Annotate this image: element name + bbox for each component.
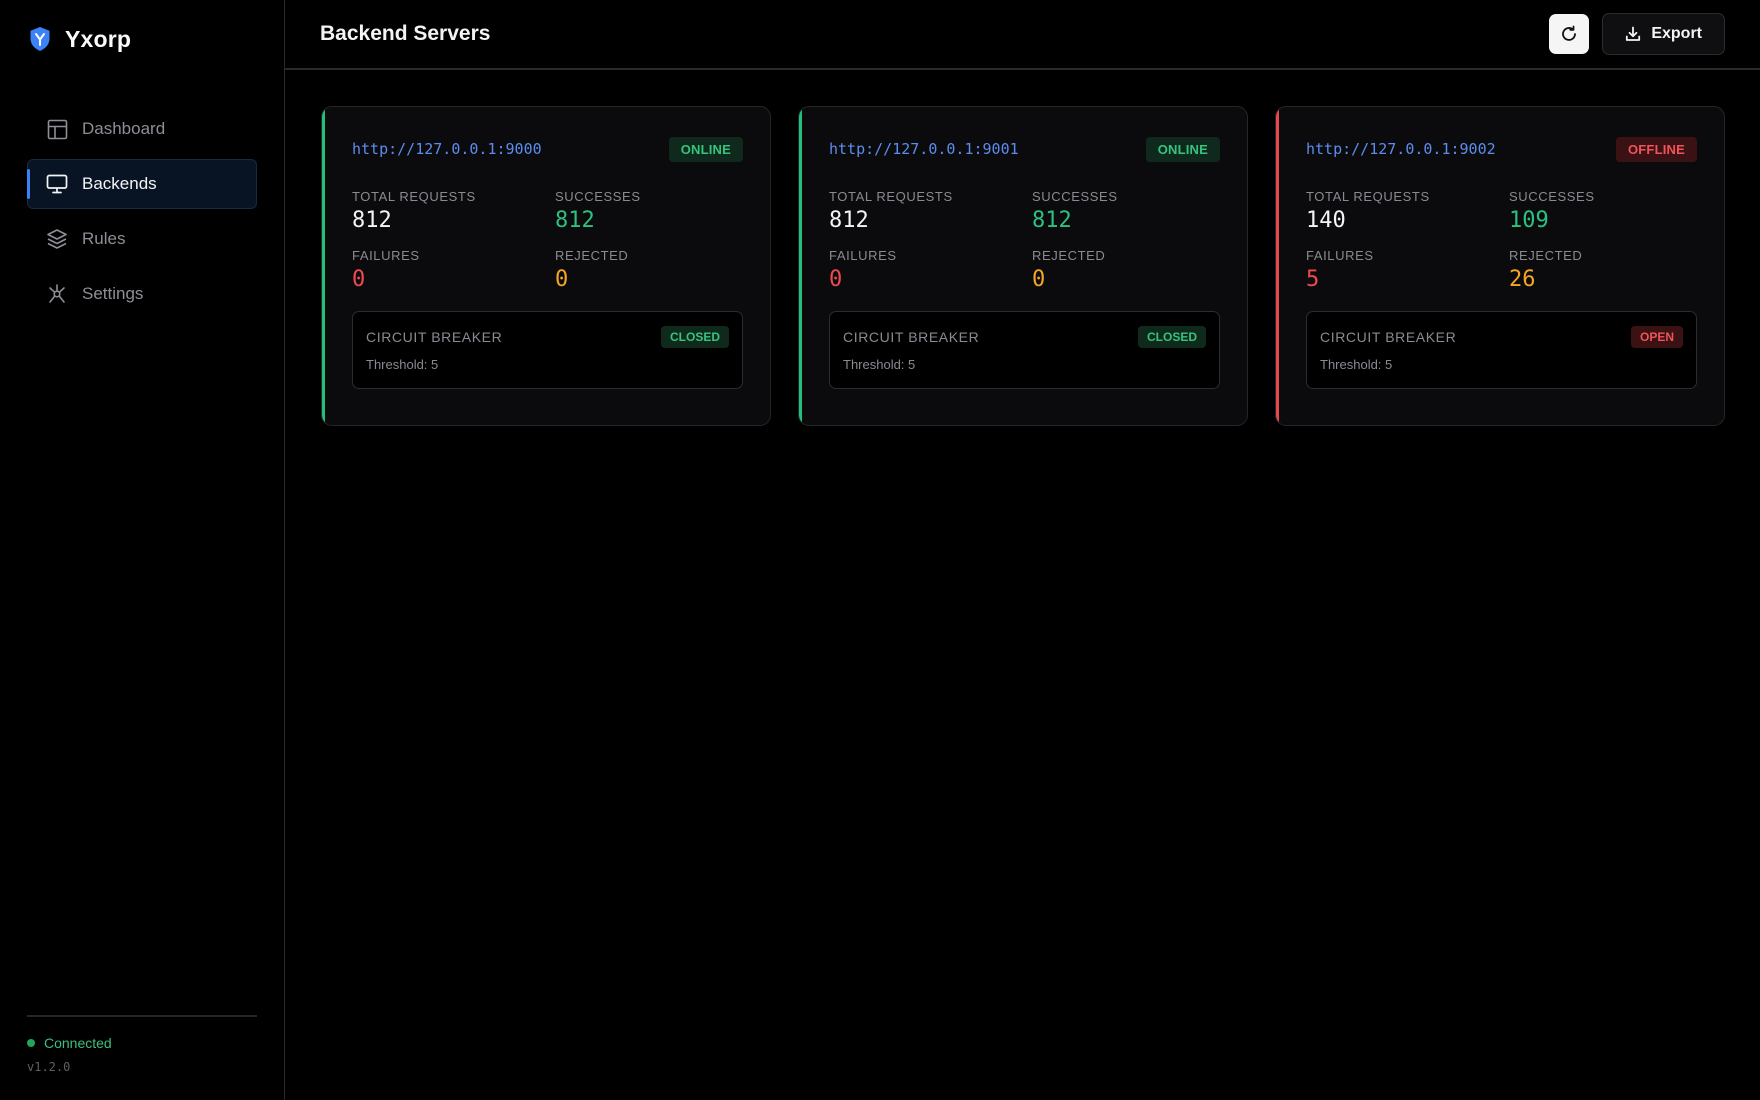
circuit-breaker-panel: CIRCUIT BREAKER CLOSED Threshold: 5	[829, 311, 1220, 389]
stat-label: SUCCESSES	[1509, 189, 1595, 204]
header-actions: Export	[1549, 13, 1725, 55]
stat-value: 0	[555, 267, 569, 292]
settings-icon	[46, 283, 68, 305]
stat-value: 0	[829, 267, 843, 292]
sidebar-item-label: Rules	[82, 229, 126, 248]
stat-label: SUCCESSES	[1032, 189, 1118, 204]
breaker-state-badge: CLOSED	[1137, 326, 1206, 348]
breaker-label: CIRCUIT BREAKER	[1320, 329, 1457, 345]
page-title: Backend Servers	[320, 22, 491, 45]
topbar: Backend Servers Export	[285, 0, 1760, 70]
stat-rejected: REJECTED 0	[1032, 248, 1220, 292]
sidebar-item-label: Settings	[82, 284, 144, 303]
breaker-state-badge: OPEN	[1630, 326, 1683, 348]
circuit-breaker-panel: CIRCUIT BREAKER OPEN Threshold: 5	[1306, 311, 1697, 389]
breaker-header: CIRCUIT BREAKER CLOSED	[843, 326, 1206, 348]
monitor-icon	[46, 173, 68, 195]
connection-label: Connected	[44, 1035, 112, 1051]
card-header: http://127.0.0.1:9000 ONLINE	[352, 136, 743, 162]
stat-failures: FAILURES 0	[829, 248, 1032, 292]
stat-label: REJECTED	[555, 248, 629, 263]
stat-value: 812	[829, 208, 869, 233]
sidebar-nav: Dashboard Backends Rules Settings	[27, 104, 257, 319]
brand[interactable]: Yxorp	[27, 0, 257, 78]
backend-url[interactable]: http://127.0.0.1:9000	[352, 140, 542, 158]
app-root: Yxorp Dashboard Backends Rules Settings …	[0, 0, 1760, 1100]
backend-url[interactable]: http://127.0.0.1:9001	[829, 140, 1019, 158]
stats-grid: TOTAL REQUESTS 812 SUCCESSES 812 FAILURE…	[352, 189, 743, 292]
stat-label: FAILURES	[352, 248, 420, 263]
stat-label: FAILURES	[1306, 248, 1374, 263]
stat-successes: SUCCESSES 812	[1032, 189, 1220, 233]
sidebar-footer: Connected v1.2.0	[27, 1015, 257, 1100]
sidebar-item-backends[interactable]: Backends	[27, 159, 257, 209]
stat-label: REJECTED	[1032, 248, 1106, 263]
main-content: Backend Servers Export http://127.0.0.1:…	[285, 0, 1760, 1100]
stat-successes: SUCCESSES 109	[1509, 189, 1697, 233]
stat-total-requests: TOTAL REQUESTS 812	[829, 189, 1032, 233]
breaker-threshold: Threshold: 5	[843, 357, 916, 372]
layout-icon	[46, 118, 68, 140]
stat-failures: FAILURES 0	[352, 248, 555, 292]
refresh-icon	[1560, 25, 1578, 43]
backend-url[interactable]: http://127.0.0.1:9002	[1306, 140, 1496, 158]
stat-value: 5	[1306, 267, 1320, 292]
card-header: http://127.0.0.1:9001 ONLINE	[829, 136, 1220, 162]
status-badge: ONLINE	[1145, 136, 1220, 162]
stat-value: 0	[1032, 267, 1046, 292]
connection-status: Connected	[27, 1035, 257, 1051]
stats-grid: TOTAL REQUESTS 140 SUCCESSES 109 FAILURE…	[1306, 189, 1697, 292]
status-badge: OFFLINE	[1615, 136, 1697, 162]
backend-card[interactable]: http://127.0.0.1:9000 ONLINE TOTAL REQUE…	[321, 106, 771, 426]
stat-rejected: REJECTED 0	[555, 248, 743, 292]
sidebar-item-rules[interactable]: Rules	[27, 214, 257, 264]
stat-rejected: REJECTED 26	[1509, 248, 1697, 292]
export-button[interactable]: Export	[1602, 13, 1725, 55]
app-name: Yxorp	[65, 25, 132, 52]
stat-label: TOTAL REQUESTS	[829, 189, 953, 204]
stat-value: 26	[1509, 267, 1536, 292]
stat-failures: FAILURES 5	[1306, 248, 1509, 292]
stat-value: 0	[352, 267, 366, 292]
breaker-label: CIRCUIT BREAKER	[843, 329, 980, 345]
status-dot-icon	[27, 1039, 35, 1047]
breaker-label: CIRCUIT BREAKER	[366, 329, 503, 345]
backend-card[interactable]: http://127.0.0.1:9001 ONLINE TOTAL REQUE…	[798, 106, 1248, 426]
sidebar-item-dashboard[interactable]: Dashboard	[27, 104, 257, 154]
stat-value: 812	[555, 208, 595, 233]
sidebar: Yxorp Dashboard Backends Rules Settings …	[0, 0, 285, 1100]
stat-total-requests: TOTAL REQUESTS 812	[352, 189, 555, 233]
sidebar-item-label: Backends	[82, 174, 157, 193]
stat-label: TOTAL REQUESTS	[352, 189, 476, 204]
stat-label: FAILURES	[829, 248, 897, 263]
download-icon	[1625, 26, 1641, 42]
stat-label: REJECTED	[1509, 248, 1583, 263]
stat-label: SUCCESSES	[555, 189, 641, 204]
breaker-threshold: Threshold: 5	[1320, 357, 1393, 372]
sidebar-item-label: Dashboard	[82, 119, 166, 138]
version-label: v1.2.0	[27, 1060, 71, 1074]
stat-value: 140	[1306, 208, 1346, 233]
status-badge: ONLINE	[668, 136, 743, 162]
card-header: http://127.0.0.1:9002 OFFLINE	[1306, 136, 1697, 162]
breaker-state-badge: CLOSED	[660, 326, 729, 348]
stat-value: 812	[1032, 208, 1072, 233]
refresh-button[interactable]	[1549, 14, 1590, 54]
stat-value: 812	[352, 208, 392, 233]
stats-grid: TOTAL REQUESTS 812 SUCCESSES 812 FAILURE…	[829, 189, 1220, 292]
stat-total-requests: TOTAL REQUESTS 140	[1306, 189, 1509, 233]
sidebar-item-settings[interactable]: Settings	[27, 269, 257, 319]
circuit-breaker-panel: CIRCUIT BREAKER CLOSED Threshold: 5	[352, 311, 743, 389]
shield-logo-icon	[29, 26, 51, 52]
export-label: Export	[1651, 25, 1702, 42]
breaker-header: CIRCUIT BREAKER OPEN	[1320, 326, 1683, 348]
stat-value: 109	[1509, 208, 1549, 233]
breaker-header: CIRCUIT BREAKER CLOSED	[366, 326, 729, 348]
backend-cards: http://127.0.0.1:9000 ONLINE TOTAL REQUE…	[285, 70, 1760, 426]
breaker-threshold: Threshold: 5	[366, 357, 439, 372]
backend-card[interactable]: http://127.0.0.1:9002 OFFLINE TOTAL REQU…	[1275, 106, 1725, 426]
stat-label: TOTAL REQUESTS	[1306, 189, 1430, 204]
stat-successes: SUCCESSES 812	[555, 189, 743, 233]
layers-icon	[46, 228, 68, 250]
